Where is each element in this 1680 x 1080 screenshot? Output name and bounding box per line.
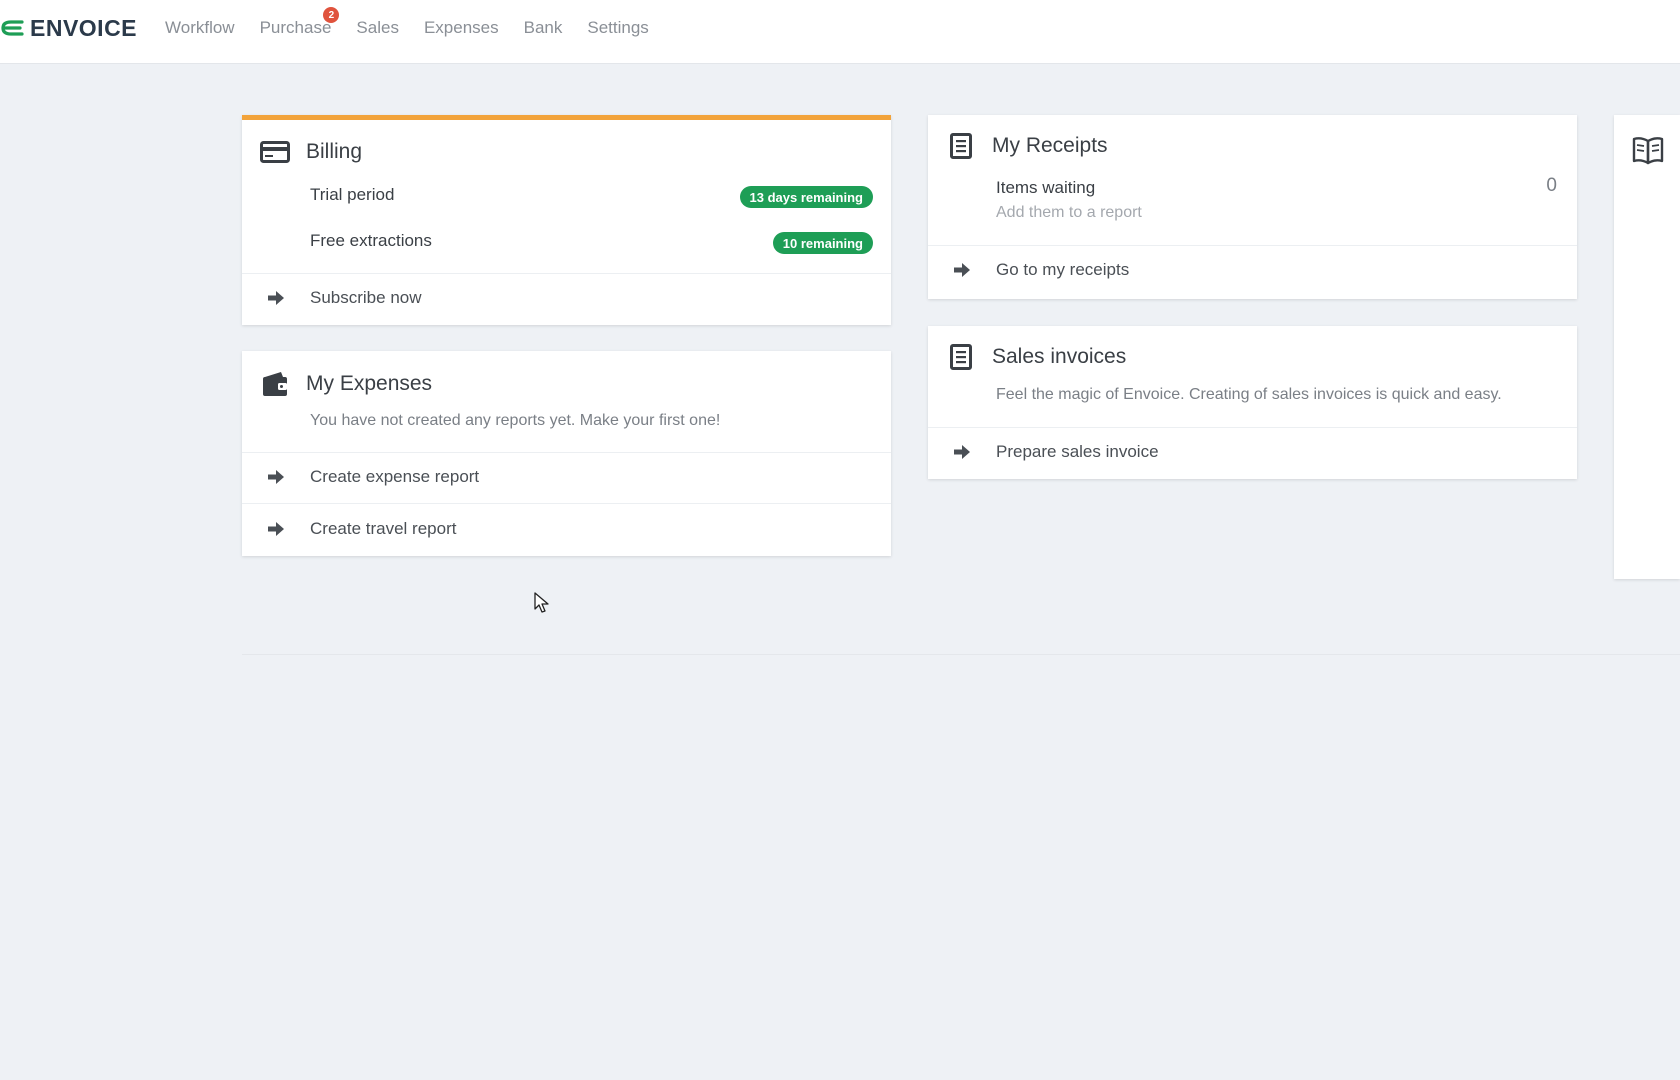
expenses-header: My Expenses: [260, 371, 432, 397]
arrow-right-icon: [268, 470, 284, 484]
billing-title: Billing: [306, 140, 363, 163]
nav-item-bank[interactable]: Bank: [524, 18, 563, 38]
billing-header: Billing: [260, 139, 362, 165]
items-waiting-count: 0: [1546, 175, 1557, 196]
receipts-header: My Receipts: [946, 133, 1108, 159]
billing-card: Billing Trial period 13 days remaining F…: [242, 115, 891, 325]
sales-invoices-title: Sales invoices: [992, 345, 1127, 368]
expenses-card: My Expenses You have not created any rep…: [242, 351, 891, 556]
document-icon: [946, 344, 976, 370]
notification-badge: 2: [323, 7, 340, 23]
arrow-right-icon: [268, 291, 284, 305]
sales-invoices-message: Feel the magic of Envoice. Creating of s…: [996, 386, 1502, 403]
top-navigation-bar: ENVOICE Workflow Purchase 2 Sales Expens…: [0, 0, 1680, 64]
nav-item-purchase-label: Purchase: [259, 18, 332, 37]
expenses-title: My Expenses: [306, 372, 433, 395]
brand-name: ENVOICE: [30, 14, 138, 41]
trial-period-label: Trial period: [310, 185, 395, 204]
mouse-cursor-icon: [534, 592, 549, 613]
brand-logo[interactable]: ENVOICE: [0, 14, 137, 42]
expenses-empty-message: You have not created any reports yet. Ma…: [310, 412, 721, 429]
divider: [928, 245, 1577, 246]
receipts-card: My Receipts Items waiting 0 Add them to …: [928, 115, 1577, 299]
divider: [242, 503, 891, 504]
credit-card-icon: [260, 139, 290, 165]
arrow-right-icon: [954, 445, 970, 459]
divider: [242, 654, 1680, 655]
receipts-title: My Receipts: [992, 134, 1108, 157]
main-nav: Workflow Purchase 2 Sales Expenses Bank …: [165, 7, 649, 38]
extractions-status-badge: 10 remaining: [772, 232, 873, 254]
create-travel-report-link[interactable]: Create travel report: [242, 506, 891, 554]
nav-item-purchase[interactable]: Purchase 2: [259, 7, 340, 38]
create-travel-report-label: Create travel report: [310, 519, 457, 538]
sales-invoices-header: Sales invoices: [946, 344, 1126, 370]
nav-item-settings[interactable]: Settings: [587, 18, 648, 38]
trial-status-badge: 13 days remaining: [739, 186, 873, 208]
wallet-icon: [260, 371, 290, 397]
side-panel: [1614, 115, 1680, 579]
nav-item-workflow[interactable]: Workflow: [165, 18, 235, 38]
divider: [928, 427, 1577, 428]
items-waiting-label: Items waiting: [996, 178, 1096, 197]
prepare-sales-invoice-label: Prepare sales invoice: [996, 442, 1159, 461]
book-icon[interactable]: [1632, 135, 1664, 165]
sales-invoices-card: Sales invoices Feel the magic of Envoice…: [928, 326, 1577, 479]
nav-item-sales[interactable]: Sales: [356, 18, 399, 38]
free-extractions-label: Free extractions: [310, 231, 432, 250]
create-expense-report-link[interactable]: Create expense report: [242, 454, 891, 502]
prepare-sales-invoice-link[interactable]: Prepare sales invoice: [928, 429, 1577, 477]
go-to-receipts-label: Go to my receipts: [996, 260, 1130, 279]
create-expense-report-label: Create expense report: [310, 467, 480, 486]
document-icon: [946, 133, 976, 159]
divider: [242, 273, 891, 274]
nav-item-expenses[interactable]: Expenses: [424, 18, 499, 38]
arrow-right-icon: [954, 263, 970, 277]
subscribe-now-link[interactable]: Subscribe now: [242, 275, 891, 323]
go-to-receipts-link[interactable]: Go to my receipts: [928, 247, 1577, 295]
envoice-logo-icon: [1, 20, 24, 36]
arrow-right-icon: [268, 522, 284, 536]
billing-accent-bar: [242, 115, 891, 120]
subscribe-now-label: Subscribe now: [310, 288, 422, 307]
divider: [242, 452, 891, 453]
items-waiting-hint: Add them to a report: [996, 204, 1142, 221]
